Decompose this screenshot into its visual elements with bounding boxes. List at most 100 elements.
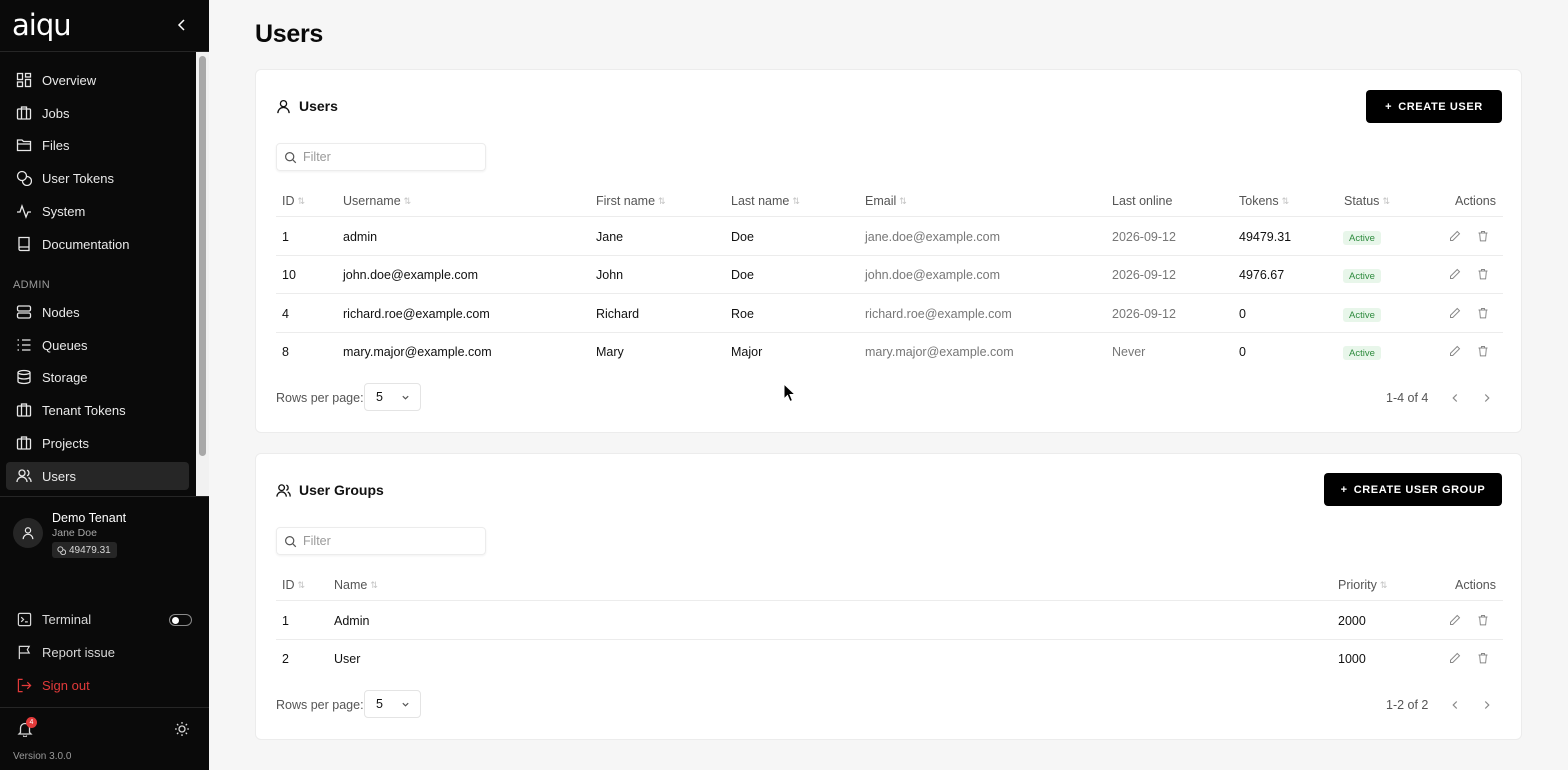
cell-name: User [334,652,361,666]
nav-label: Queues [42,337,88,353]
nav-documentation[interactable]: Documentation [6,230,189,258]
col-id[interactable]: ID ⇅ [282,194,305,208]
cell-username: richard.roe@example.com [343,307,490,321]
col-tokens[interactable]: Tokens ⇅ [1239,194,1289,208]
col-username[interactable]: Username ⇅ [343,194,411,208]
cell-last-name: Roe [731,307,754,321]
nav-tenant-tokens[interactable]: Tenant Tokens [6,396,189,424]
create-user-label: CREATE USER [1398,100,1483,113]
app-logo[interactable]: aiqu [12,8,72,42]
sort-icon: ⇅ [297,579,306,590]
terminal-item: Terminal [17,612,91,627]
edit-icon[interactable] [1449,652,1461,664]
users-filter[interactable] [276,143,486,171]
col-email[interactable]: Email ⇅ [865,194,907,208]
nav-label: Nodes [42,304,80,320]
tenant-tokens-badge: 49479.31 [52,542,117,558]
nav-label: System [42,203,86,219]
cell-email: jane.doe@example.com [865,230,1000,244]
sidebar-scrollbar[interactable] [196,52,209,496]
book-icon [18,236,30,252]
nav-label: Users [42,468,76,484]
tenant-name: Demo Tenant [52,511,127,525]
rows-per-page-select[interactable]: 5 [364,690,421,718]
sun-icon[interactable] [174,721,190,737]
nav-files[interactable]: Files [6,131,189,159]
row-divider [276,255,1503,256]
trash-icon[interactable] [1477,345,1489,357]
status-badge: Active [1343,269,1381,283]
nav-overview[interactable]: Overview [6,66,189,94]
trash-icon[interactable] [1477,230,1489,242]
chevron-right-icon[interactable] [1480,698,1494,712]
sign-out-link[interactable]: Sign out [17,678,90,693]
col-id[interactable]: ID ⇅ [282,578,305,592]
trash-icon[interactable] [1477,307,1489,319]
nav-jobs[interactable]: Jobs [6,99,189,127]
col-name[interactable]: Name ⇅ [334,578,378,592]
flag-icon [18,645,31,660]
rows-per-page-select[interactable]: 5 [364,383,421,411]
scrollbar-thumb[interactable] [199,56,206,456]
sign-out-icon [17,678,32,693]
terminal-icon [17,612,32,627]
cell-last-online: 2026-09-12 [1112,268,1176,282]
briefcase-icon [16,436,32,450]
nav-queues[interactable]: Queues [6,331,189,359]
trash-icon[interactable] [1477,268,1489,280]
chevron-left-icon[interactable] [1448,698,1462,712]
edit-icon[interactable] [1449,230,1461,242]
terminal-toggle[interactable] [169,614,192,626]
create-user-group-button[interactable]: + CREATE USER GROUP [1324,473,1502,506]
nav-projects[interactable]: Projects [6,429,189,457]
activity-icon [17,204,31,219]
pagination-info: 1-2 of 2 [1386,698,1429,712]
collapse-sidebar-icon[interactable] [174,17,190,33]
col-last-name[interactable]: Last name ⇅ [731,194,800,208]
coins-icon [57,545,66,555]
sidebar-divider [0,707,209,708]
nav-users[interactable]: Users [6,462,189,490]
status-badge: Active [1343,231,1381,245]
edit-icon[interactable] [1449,614,1461,626]
report-issue-link[interactable]: Report issue [17,645,115,660]
search-icon [285,151,297,163]
col-priority-label: Priority [1338,578,1377,592]
col-first-name[interactable]: First name ⇅ [596,194,666,208]
edit-icon[interactable] [1449,307,1461,319]
sort-icon: ⇅ [403,195,412,206]
users-icon [276,483,291,497]
admin-section-label: ADMIN [13,279,50,291]
row-divider [276,600,1503,601]
create-user-button[interactable]: + CREATE USER [1366,90,1502,123]
cell-tokens: 49479.31 [1239,230,1292,244]
edit-icon[interactable] [1449,268,1461,280]
col-status[interactable]: Status ⇅ [1344,194,1390,208]
cell-tokens: 0 [1239,345,1246,359]
chevron-left-icon[interactable] [1448,391,1462,405]
col-actions-label: Actions [1455,578,1496,592]
nav-nodes[interactable]: Nodes [6,298,189,326]
nav-system[interactable]: System [6,197,189,225]
chevron-right-icon[interactable] [1480,391,1494,405]
sort-icon: ⇅ [297,195,306,206]
groups-card-title-text: User Groups [299,482,384,498]
row-divider [276,216,1503,217]
row-divider [276,293,1503,294]
trash-icon[interactable] [1477,614,1489,626]
groups-filter[interactable] [276,527,486,555]
toggle-knob [172,617,179,624]
sort-icon: ⇅ [370,579,378,590]
cell-priority: 2000 [1338,614,1366,628]
trash-icon[interactable] [1477,652,1489,664]
groups-filter-input[interactable] [303,534,473,548]
cell-tokens: 4976.67 [1239,268,1285,282]
users-filter-input[interactable] [303,150,473,164]
edit-icon[interactable] [1449,345,1461,357]
cell-last-name: Major [731,345,763,359]
nav-storage[interactable]: Storage [6,363,189,391]
sort-icon: ⇅ [792,195,800,206]
col-priority[interactable]: Priority ⇅ [1338,578,1387,592]
nav-label: Projects [42,435,89,451]
nav-user-tokens[interactable]: User Tokens [6,164,189,192]
